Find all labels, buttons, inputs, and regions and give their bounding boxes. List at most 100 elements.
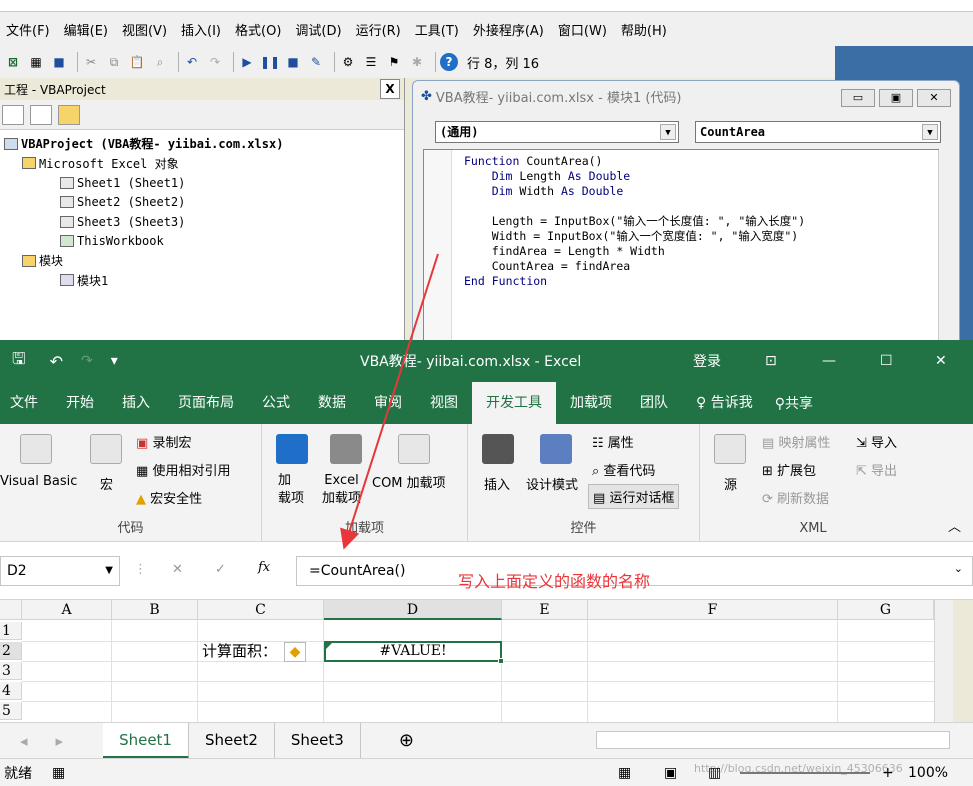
insert-control-button[interactable]: 插入 [484,474,510,493]
column-header[interactable]: G [838,600,934,620]
run-dialog-button[interactable]: ▤ 运行对话框 [588,484,680,509]
menu-edit[interactable]: 编辑(E) [64,20,108,39]
view-code-button[interactable]: ⌕ 查看代码 [592,460,655,479]
toggle-folders-icon[interactable] [58,104,80,125]
sheet-tab[interactable]: Sheet3 [275,722,361,759]
row-header[interactable]: 5 [0,702,22,720]
menu-tools[interactable]: 工具(T) [415,20,459,39]
prev-sheet-icon[interactable]: ◂ [20,732,28,750]
relative-ref-button[interactable]: ▦ 使用相对引用 [136,460,230,479]
row-header[interactable]: 2 [0,642,22,660]
fill-handle[interactable] [498,658,504,664]
column-header[interactable]: F [588,600,838,620]
view-code-icon[interactable] [2,104,24,125]
horizontal-scrollbar[interactable] [596,731,950,749]
xml-import-button[interactable]: ⇲ 导入 [856,432,897,451]
excel-view-icon[interactable]: ⊠ [4,53,22,71]
tab-insert[interactable]: 插入 [108,382,164,424]
column-header[interactable]: D [324,600,502,620]
redo-icon[interactable]: ↷ [81,353,93,369]
menu-view[interactable]: 视图(V) [122,20,167,39]
code-line[interactable]: Function CountArea() [464,154,805,169]
object-dropdown[interactable]: (通用) ▼ [435,121,679,143]
tab-data[interactable]: 数据 [304,382,360,424]
tree-node-modules[interactable]: 模块 [4,251,404,271]
select-all-corner[interactable] [0,600,22,620]
tree-node-sheet1[interactable]: Sheet1 (Sheet1) [4,173,404,193]
design-mode-button[interactable]: 设计模式 [526,474,578,493]
login-link[interactable]: 登录 [693,351,721,371]
paste-icon[interactable]: 📋 [128,53,146,71]
code-line[interactable]: findArea = Length * Width [464,244,805,259]
tab-view[interactable]: 视图 [416,382,472,424]
chevron-down-icon[interactable]: ▼ [922,124,938,140]
menu-insert[interactable]: 插入(I) [181,20,221,39]
xml-export-button[interactable]: ⇱ 导出 [856,460,897,479]
menu-file[interactable]: 文件(F) [6,20,50,39]
excel-addins-icon[interactable] [330,434,362,464]
page-layout-view-icon[interactable]: ▣ [664,765,677,781]
customize-qat-icon[interactable]: ▾ [111,353,118,369]
tab-addins[interactable]: 加载项 [556,382,626,424]
addins-icon[interactable] [276,434,308,464]
code-line[interactable]: Width = InputBox("输入一个宽度值: ", "输入宽度") [464,229,805,244]
map-properties-button[interactable]: ▤ 映射属性 [762,432,830,451]
sheet-tab[interactable]: Sheet2 [189,722,275,759]
tree-node-sheet2[interactable]: Sheet2 (Sheet2) [4,193,404,213]
close-icon[interactable]: ✕ [935,353,947,369]
worksheet-grid[interactable]: A B C D E F G 1 2 3 4 5 计算面积： ◆ #VALUE! [0,600,953,722]
tab-home[interactable]: 开始 [52,382,108,424]
tab-page-layout[interactable]: 页面布局 [164,382,248,424]
copy-icon[interactable]: ⧉ [105,53,123,71]
visual-basic-icon[interactable] [20,434,52,464]
code-scrollbar[interactable] [938,150,956,346]
name-box[interactable]: D2 ▼ [0,556,120,586]
next-sheet-icon[interactable]: ▸ [56,732,64,750]
run-icon[interactable]: ▶ [238,53,256,71]
column-header[interactable]: B [112,600,198,620]
add-sheet-icon[interactable]: ⊕ [399,730,414,751]
code-editor[interactable]: Function CountArea() Dim Length As Doubl… [423,149,956,346]
com-addins-icon[interactable] [398,434,430,464]
cancel-icon[interactable]: ✕ [172,562,183,577]
macro-record-icon[interactable]: ▦ [52,765,65,781]
insert-control-icon[interactable] [482,434,514,464]
save-icon[interactable]: 🖫 [12,348,26,375]
visual-basic-button[interactable]: Visual Basic [0,474,77,489]
help-icon[interactable]: ? [440,53,458,71]
undo-icon[interactable]: ↶ [50,352,63,371]
menu-help[interactable]: 帮助(H) [621,20,667,39]
tree-node-module1[interactable]: 模块1 [4,271,404,291]
code-line[interactable]: End Function [464,274,805,289]
menu-run[interactable]: 运行(R) [356,20,401,39]
tree-node-vbaproject[interactable]: VBAProject (VBA教程- yiibai.com.xlsx) [4,134,404,154]
design-mode-icon[interactable]: ✎ [307,53,325,71]
tree-node-excel-objects[interactable]: Microsoft Excel 对象 [4,154,404,174]
collapse-ribbon-icon[interactable]: ︿ [948,516,961,535]
chevron-down-icon[interactable]: ▼ [105,557,113,585]
tab-formulas[interactable]: 公式 [248,382,304,424]
row-header[interactable]: 3 [0,662,22,680]
object-browser-icon[interactable]: ⚑ [385,53,403,71]
insert-function-icon[interactable]: fx [258,560,270,575]
menu-window[interactable]: 窗口(W) [558,20,607,39]
tab-developer[interactable]: 开发工具 [472,382,556,424]
minimize-icon[interactable]: ▭ [841,89,875,107]
macros-icon[interactable] [90,434,122,464]
normal-view-icon[interactable]: ▦ [618,765,631,781]
zoom-in-icon[interactable]: + [882,765,894,781]
project-explorer-icon[interactable]: ⚙ [339,53,357,71]
chevron-down-icon[interactable]: ▼ [660,124,676,140]
code-text[interactable]: Function CountArea() Dim Length As Doubl… [464,154,805,289]
minimize-icon[interactable]: — [822,353,836,369]
tab-file[interactable]: 文件 [0,382,52,424]
menu-debug[interactable]: 调试(D) [295,20,341,39]
ribbon-display-icon[interactable]: ⊡ [765,353,777,369]
error-smart-tag[interactable]: ◆ [284,642,306,662]
restore-icon[interactable]: ▣ [879,89,913,107]
expand-formula-icon[interactable]: ⌄ [954,562,963,575]
procedure-dropdown[interactable]: CountArea ▼ [695,121,941,143]
column-header[interactable]: C [198,600,324,620]
tree-node-sheet3[interactable]: Sheet3 (Sheet3) [4,212,404,232]
com-addins-button[interactable]: COM 加载项 [372,472,446,491]
